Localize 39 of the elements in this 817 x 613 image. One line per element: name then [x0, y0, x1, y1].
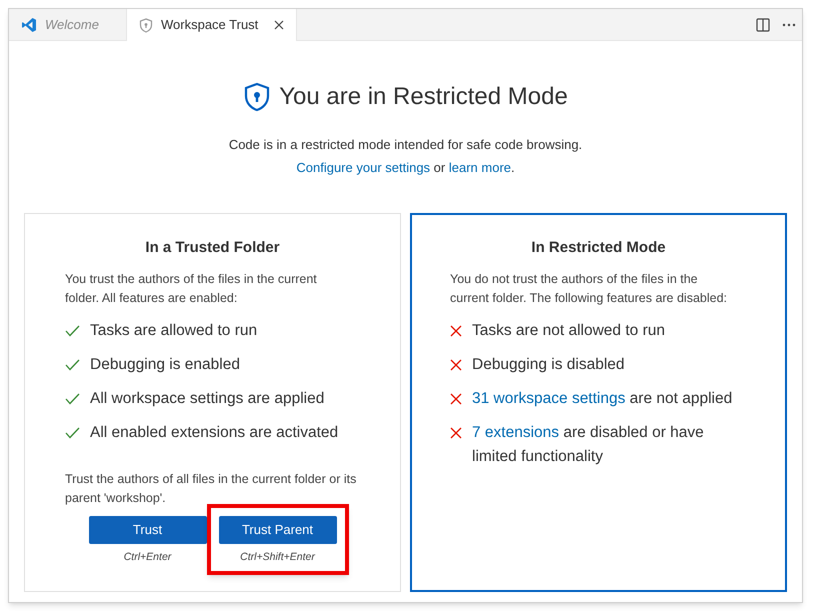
- check-icon: [65, 358, 80, 370]
- shield-icon: [139, 18, 153, 32]
- shortcut-text: Ctrl+Shift+Enter: [240, 550, 315, 564]
- cross-icon: [450, 324, 462, 336]
- cross-icon: [450, 392, 462, 404]
- shortcut-text: Ctrl+Enter: [124, 550, 172, 564]
- description-text: Code is in a restricted mode intended for safe code browsing.: [228, 136, 582, 154]
- shield-icon: [243, 82, 272, 112]
- link[interactable]: learn more: [448, 160, 511, 174]
- more-actions-icon[interactable]: [782, 22, 796, 26]
- card-title: In Restricted Mode: [530, 238, 667, 258]
- check-icon: [65, 392, 80, 404]
- feature-text: Tasks are allowed to run: [90, 320, 258, 340]
- app-logo-icon: [21, 16, 37, 32]
- link[interactable]: 31 workspace settings: [472, 390, 626, 406]
- trust-button[interactable]: Trust Parent: [218, 516, 336, 544]
- editor-tab[interactable]: Workspace Trust: [127, 9, 298, 41]
- feature-text: All enabled extensions are activated: [90, 422, 338, 442]
- check-icon: [65, 324, 80, 336]
- page-heading: You are in Restricted Mode: [279, 82, 568, 112]
- split-editor-icon[interactable]: [756, 18, 770, 32]
- feature-text: Debugging is disabled: [472, 354, 625, 374]
- card-description: You trust the authors of the files in the current folder. All features are enabled:: [65, 270, 318, 306]
- feature-text: Debugging is enabled: [90, 354, 240, 374]
- close-icon[interactable]: [274, 20, 284, 30]
- card-title: In a Trusted Folder: [144, 238, 281, 258]
- card-description: You do not trust the authors of the files in the current folder. The following features are disabled:: [450, 270, 728, 307]
- link[interactable]: Configure your settings: [296, 160, 430, 174]
- settings-links-text: Configure your settings or learn more.: [296, 158, 515, 177]
- trust-button[interactable]: Trust: [88, 516, 206, 544]
- feature-text: 7 extensions are disabled or have limited functionality: [472, 422, 705, 466]
- trust-description: Trust the authors of all files in the current folder or its parent 'workshop'.: [65, 470, 358, 507]
- link[interactable]: 7 extensions: [472, 424, 560, 440]
- feature-text: All workspace settings are applied: [90, 388, 324, 408]
- cross-icon: [450, 426, 462, 438]
- check-icon: [65, 426, 80, 438]
- feature-text: 31 workspace settings are not applied: [472, 388, 732, 408]
- cross-icon: [450, 358, 462, 370]
- feature-text: Tasks are not allowed to run: [472, 320, 665, 340]
